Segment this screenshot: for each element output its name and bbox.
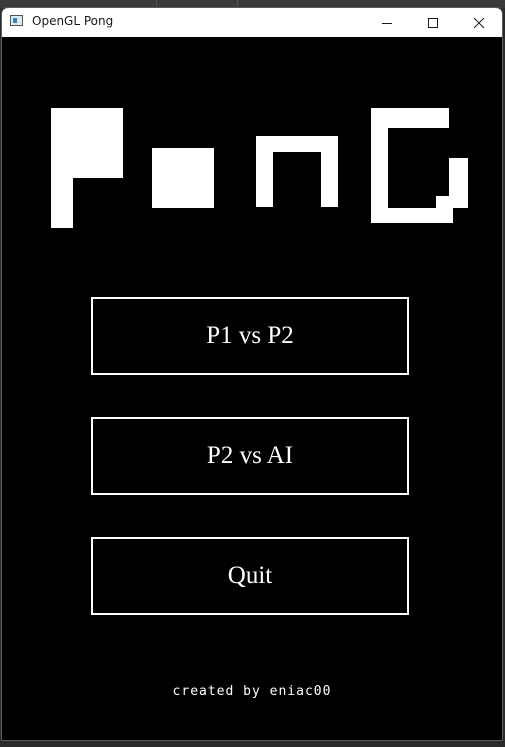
quit-button[interactable]: Quit: [91, 537, 409, 615]
p1-vs-p2-button[interactable]: P1 vs P2: [91, 297, 409, 375]
p2-vs-ai-button[interactable]: P2 vs AI: [91, 417, 409, 495]
logo-letter-o: [152, 148, 214, 208]
pong-logo: [2, 37, 502, 237]
window-title: OpenGL Pong: [32, 14, 114, 28]
minimize-icon: [382, 22, 392, 24]
background-column: [157, 0, 238, 6]
title-bar[interactable]: OpenGL Pong: [2, 8, 502, 37]
app-icon: [10, 15, 23, 26]
logo-letter-n-left: [256, 136, 273, 207]
logo-letter-p-stem: [51, 108, 73, 228]
logo-letter-n-right: [321, 136, 338, 207]
pong-logo-graphic: [51, 108, 468, 228]
background-column: [36, 0, 157, 6]
close-button[interactable]: [456, 8, 502, 37]
credit-text: created by eniac00: [172, 684, 332, 699]
quit-label: Quit: [227, 562, 273, 589]
maximize-button[interactable]: [410, 8, 456, 37]
app-window: OpenGL Pong P1 vs P2 P2 vs AI Quit creat…: [1, 7, 503, 741]
minimize-button[interactable]: [364, 8, 410, 37]
close-icon: [473, 17, 485, 28]
p1-vs-p2-label: P1 vs P2: [206, 322, 294, 349]
maximize-icon: [428, 17, 438, 28]
p2-vs-ai-label: P2 vs AI: [206, 442, 294, 469]
logo-letter-g-left: [371, 108, 388, 223]
logo-letter-g-right: [449, 158, 468, 208]
